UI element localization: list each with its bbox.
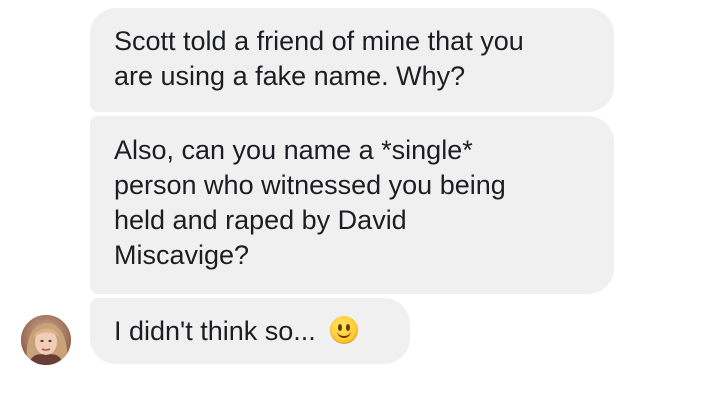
message-text-line: Scott told a friend of mine that you [114, 26, 524, 56]
message-text-line: held and raped by David [114, 205, 407, 235]
message-bubble[interactable]: I didn't think so... [90, 298, 410, 364]
slightly-smiling-face-icon [329, 316, 358, 344]
message-text-line: Also, can you name a *single* [114, 135, 473, 165]
message-text-line: Miscavige? [114, 240, 250, 270]
message-bubble[interactable]: Scott told a friend of mine that you are… [90, 8, 614, 112]
message-text-line: I didn't think so... [114, 316, 316, 346]
avatar[interactable] [21, 315, 71, 365]
message-thread: Scott told a friend of mine that you are… [0, 0, 720, 408]
profile-photo-icon [21, 315, 71, 365]
message-text-line: person who witnessed you being [114, 170, 506, 200]
message-bubble[interactable]: Also, can you name a *single* person who… [90, 116, 614, 294]
message-text-line: are using a fake name. Why? [114, 61, 466, 91]
